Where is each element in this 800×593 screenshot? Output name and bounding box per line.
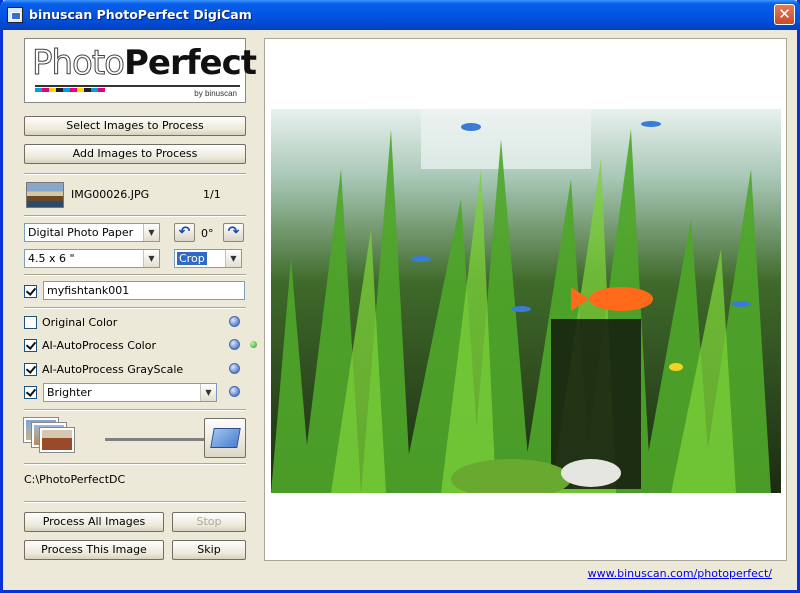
stop-button[interactable]: Stop <box>172 512 246 532</box>
logo-word-photo: Photo <box>32 43 126 83</box>
title-bar: binuscan PhotoPerfect DigiCam ✕ <box>0 0 800 30</box>
logo-word-perfect: Perfect <box>124 43 257 83</box>
print-size-select[interactable]: 4.5 x 6 " ▼ <box>24 249 160 268</box>
fit-mode-value: Crop <box>177 252 207 265</box>
adjustment-settings-icon[interactable] <box>229 386 240 397</box>
separator <box>24 173 246 175</box>
filename-checkbox[interactable] <box>24 285 37 298</box>
chevron-down-icon: ▼ <box>143 250 159 267</box>
separator <box>24 215 246 217</box>
app-icon <box>7 7 23 23</box>
separator <box>24 501 246 503</box>
separator <box>24 274 246 276</box>
ai-grayscale-checkbox[interactable] <box>24 363 37 376</box>
aquarium-photo <box>271 109 781 493</box>
ai-color-label: AI-AutoProcess Color <box>42 339 156 352</box>
paper-type-value: Digital Photo Paper <box>28 226 134 239</box>
window-title: binuscan PhotoPerfect DigiCam <box>29 7 252 22</box>
ai-color-checkbox[interactable] <box>24 339 37 352</box>
photoperfect-logo: PhotoPerfect by binuscan <box>24 38 257 103</box>
image-thumbnail[interactable] <box>26 182 64 208</box>
separator <box>24 463 246 465</box>
paper-type-select[interactable]: Digital Photo Paper ▼ <box>24 223 160 242</box>
app-window: binuscan PhotoPerfect DigiCam ✕ PhotoPer… <box>0 0 800 593</box>
print-size-value: 4.5 x 6 " <box>28 252 75 265</box>
ai-grayscale-settings-icon[interactable] <box>229 363 240 374</box>
filename-input[interactable]: myfishtank001 <box>43 281 245 300</box>
add-images-button[interactable]: Add Images to Process <box>24 144 246 164</box>
adjustment-checkbox[interactable] <box>24 386 37 399</box>
select-images-button[interactable]: Select Images to Process <box>24 116 246 136</box>
original-color-settings-icon[interactable] <box>229 316 240 327</box>
rotate-right-icon: ↷ <box>227 224 240 240</box>
folder-icon <box>210 428 241 448</box>
destination-path: C:\PhotoPerfectDC <box>24 473 126 486</box>
process-all-button[interactable]: Process All Images <box>24 512 164 532</box>
website-link[interactable]: www.binuscan.com/photoperfect/ <box>588 567 772 580</box>
rotate-right-button[interactable]: ↷ <box>223 223 244 242</box>
ai-grayscale-label: AI-AutoProcess GrayScale <box>42 363 184 376</box>
image-preview <box>271 109 781 493</box>
adjustment-select[interactable]: Brighter ▼ <box>43 383 217 402</box>
original-color-checkbox[interactable] <box>24 316 37 329</box>
logo-tagline: by binuscan <box>194 89 237 98</box>
rotation-angle: 0° <box>201 227 214 240</box>
rotate-left-button[interactable]: ↶ <box>174 223 195 242</box>
image-stack-icon <box>24 418 84 454</box>
skip-button[interactable]: Skip <box>172 540 246 560</box>
destination-folder-button[interactable] <box>204 418 246 458</box>
fit-mode-select[interactable]: Crop ▼ <box>174 249 242 268</box>
adjustment-value: Brighter <box>47 386 92 399</box>
file-counter: 1/1 <box>203 188 221 201</box>
separator <box>24 409 246 411</box>
current-file-name: IMG00026.JPG <box>71 188 150 201</box>
ai-color-settings-icon[interactable] <box>229 339 240 350</box>
preview-panel <box>264 38 787 561</box>
chevron-down-icon: ▼ <box>225 250 241 267</box>
original-color-label: Original Color <box>42 316 118 329</box>
separator <box>24 307 246 309</box>
chevron-down-icon: ▼ <box>200 384 216 401</box>
process-this-button[interactable]: Process This Image <box>24 540 164 560</box>
arrow-right-icon <box>105 438 205 441</box>
active-indicator-icon <box>250 341 257 348</box>
chevron-down-icon: ▼ <box>143 224 159 241</box>
logo-color-dots <box>35 88 105 92</box>
close-button[interactable]: ✕ <box>774 4 795 25</box>
rotate-left-icon: ↶ <box>178 224 191 240</box>
